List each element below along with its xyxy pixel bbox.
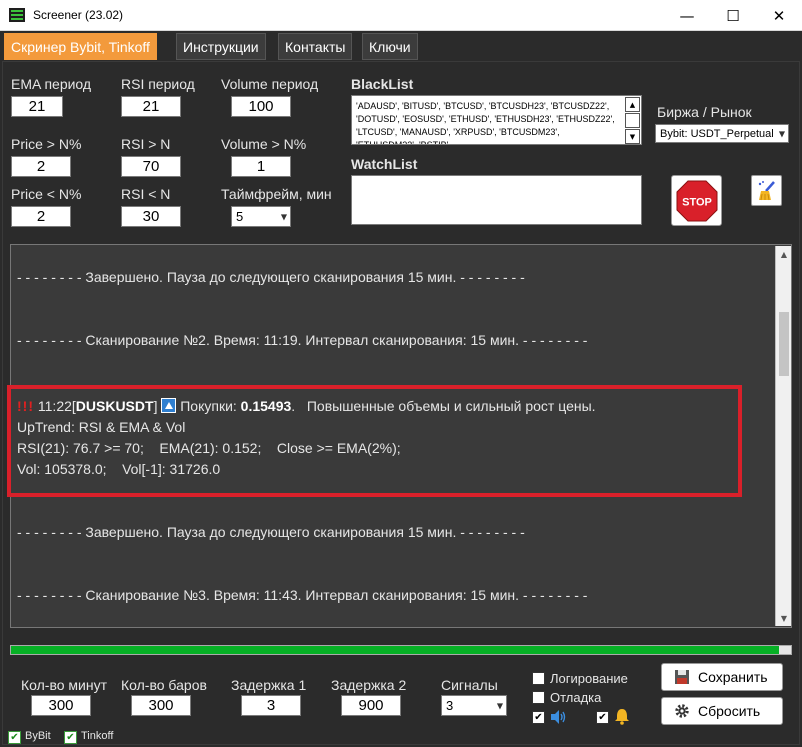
volume-gt-input[interactable]: 1 [231,156,291,177]
scroll-thumb[interactable] [625,113,640,128]
rsi-gt-input[interactable]: 70 [121,156,181,177]
volume-period-input[interactable]: 100 [231,96,291,117]
speaker-icon [551,710,566,724]
log-line-scan: - - - - - - - - Сканирование №2. Время: … [17,332,588,348]
progress-fill [11,646,780,654]
minimize-button[interactable]: — [664,0,710,31]
timeframe-select[interactable]: 5 ▼ [231,206,291,227]
tinkoff-label: Tinkoff [81,730,114,742]
signals-select[interactable]: 3 ▼ [441,695,507,716]
save-label: Сохранить [698,669,768,685]
maximize-button[interactable]: ☐ [710,0,756,31]
volume-gt-label: Volume > N% [221,136,307,152]
log-line-scan: - - - - - - - - Сканирование №3. Время: … [17,587,588,603]
ema-period-label: EMA период [11,76,92,92]
window-title: Screener (23.02) [33,8,124,22]
scroll-down-icon[interactable]: ▼ [625,129,640,144]
chevron-down-icon: ▼ [496,701,503,710]
timeframe-value: 5 [236,209,244,224]
scroll-down-icon[interactable]: ▼ [776,610,792,626]
exchange-value: Bybit: USDT_Perpetual [660,127,774,140]
signals-value: 3 [446,698,454,713]
floppy-icon [675,670,689,684]
sound-checkbox[interactable]: ✔ [532,711,545,724]
delay1-input[interactable]: 3 [241,695,301,716]
app-icon [9,8,25,22]
watchlist-label: WatchList [351,156,418,172]
scroll-up-icon[interactable]: ▲ [776,246,792,262]
bybit-label: ByBit [25,730,51,742]
minutes-label: Кол-во минут [21,677,108,693]
watchlist-textarea[interactable] [351,175,642,225]
save-button[interactable]: Сохранить [661,663,783,691]
rsi-period-label: RSI период [121,76,195,92]
signals-label: Сигналы [441,677,498,693]
logging-checkbox[interactable] [532,672,545,685]
bell-icon [615,709,629,725]
price-lt-label: Price < N% [11,186,82,202]
chevron-down-icon: ▼ [280,212,287,221]
close-button[interactable]: ✕ [756,0,802,31]
delay2-label: Задержка 2 [331,677,407,693]
timeframe-label: Таймфрейм, мин [221,186,332,202]
log-line-done: - - - - - - - - Завершено. Пауза до след… [17,269,525,285]
title-bar: Screener (23.02) — ☐ ✕ [0,0,802,31]
gear-icon [675,704,689,718]
alert-checkbox[interactable]: ✔ [596,711,609,724]
tinkoff-checkbox[interactable]: ✔ [64,731,77,744]
log-scrollbar[interactable]: ▲ ▼ [775,246,791,626]
scroll-up-icon[interactable]: ▲ [625,97,640,112]
clear-button[interactable] [751,175,782,206]
blacklist-text: 'ADAUSD', 'BITUSD', 'BTCUSD', 'BTCUSDH23… [356,101,615,144]
rsi-lt-label: RSI < N [121,186,171,202]
debug-checkbox[interactable] [532,691,545,704]
tab-contacts[interactable]: Контакты [278,33,353,60]
blacklist-label: BlackList [351,76,414,92]
bars-input[interactable]: 300 [131,695,191,716]
tab-keys[interactable]: Ключи [362,33,418,60]
bars-label: Кол-во баров [121,677,207,693]
blacklist-scrollbar[interactable]: ▲ ▼ [625,97,640,144]
debug-label: Отладка [550,690,602,705]
price-gt-label: Price > N% [11,136,82,152]
minutes-input[interactable]: 300 [31,695,91,716]
broom-icon [758,180,775,200]
reset-button[interactable]: Сбросить [661,697,783,725]
price-gt-input[interactable]: 2 [11,156,71,177]
exchange-select[interactable]: Bybit: USDT_Perpetual ▼ [655,124,789,143]
bybit-checkbox[interactable]: ✔ [8,731,21,744]
rsi-gt-label: RSI > N [121,136,171,152]
scan-progress-bar [10,645,792,655]
tab-screener[interactable]: Скринер Bybit, Tinkoff [4,33,157,60]
stop-icon: STOP [676,180,717,221]
exchange-label: Биржа / Рынок [657,104,752,120]
stop-label: STOP [682,196,712,208]
rsi-period-input[interactable]: 21 [121,96,181,117]
chevron-down-icon: ▼ [778,129,785,138]
reset-label: Сбросить [698,703,761,719]
delay2-input[interactable]: 900 [341,695,401,716]
logging-label: Логирование [550,671,628,686]
ema-period-input[interactable]: 21 [11,96,63,117]
blacklist-textarea[interactable]: 'ADAUSD', 'BITUSD', 'BTCUSD', 'BTCUSDH23… [351,95,642,145]
rsi-lt-input[interactable]: 30 [121,206,181,227]
signal-highlight [7,385,742,497]
delay1-label: Задержка 1 [231,677,307,693]
stop-button[interactable]: STOP [671,175,722,226]
scroll-thumb[interactable] [779,312,789,376]
log-line-done: - - - - - - - - Завершено. Пауза до след… [17,524,525,540]
price-lt-input[interactable]: 2 [11,206,71,227]
volume-period-label: Volume период [221,76,319,92]
tab-instructions[interactable]: Инструкции [176,33,266,60]
